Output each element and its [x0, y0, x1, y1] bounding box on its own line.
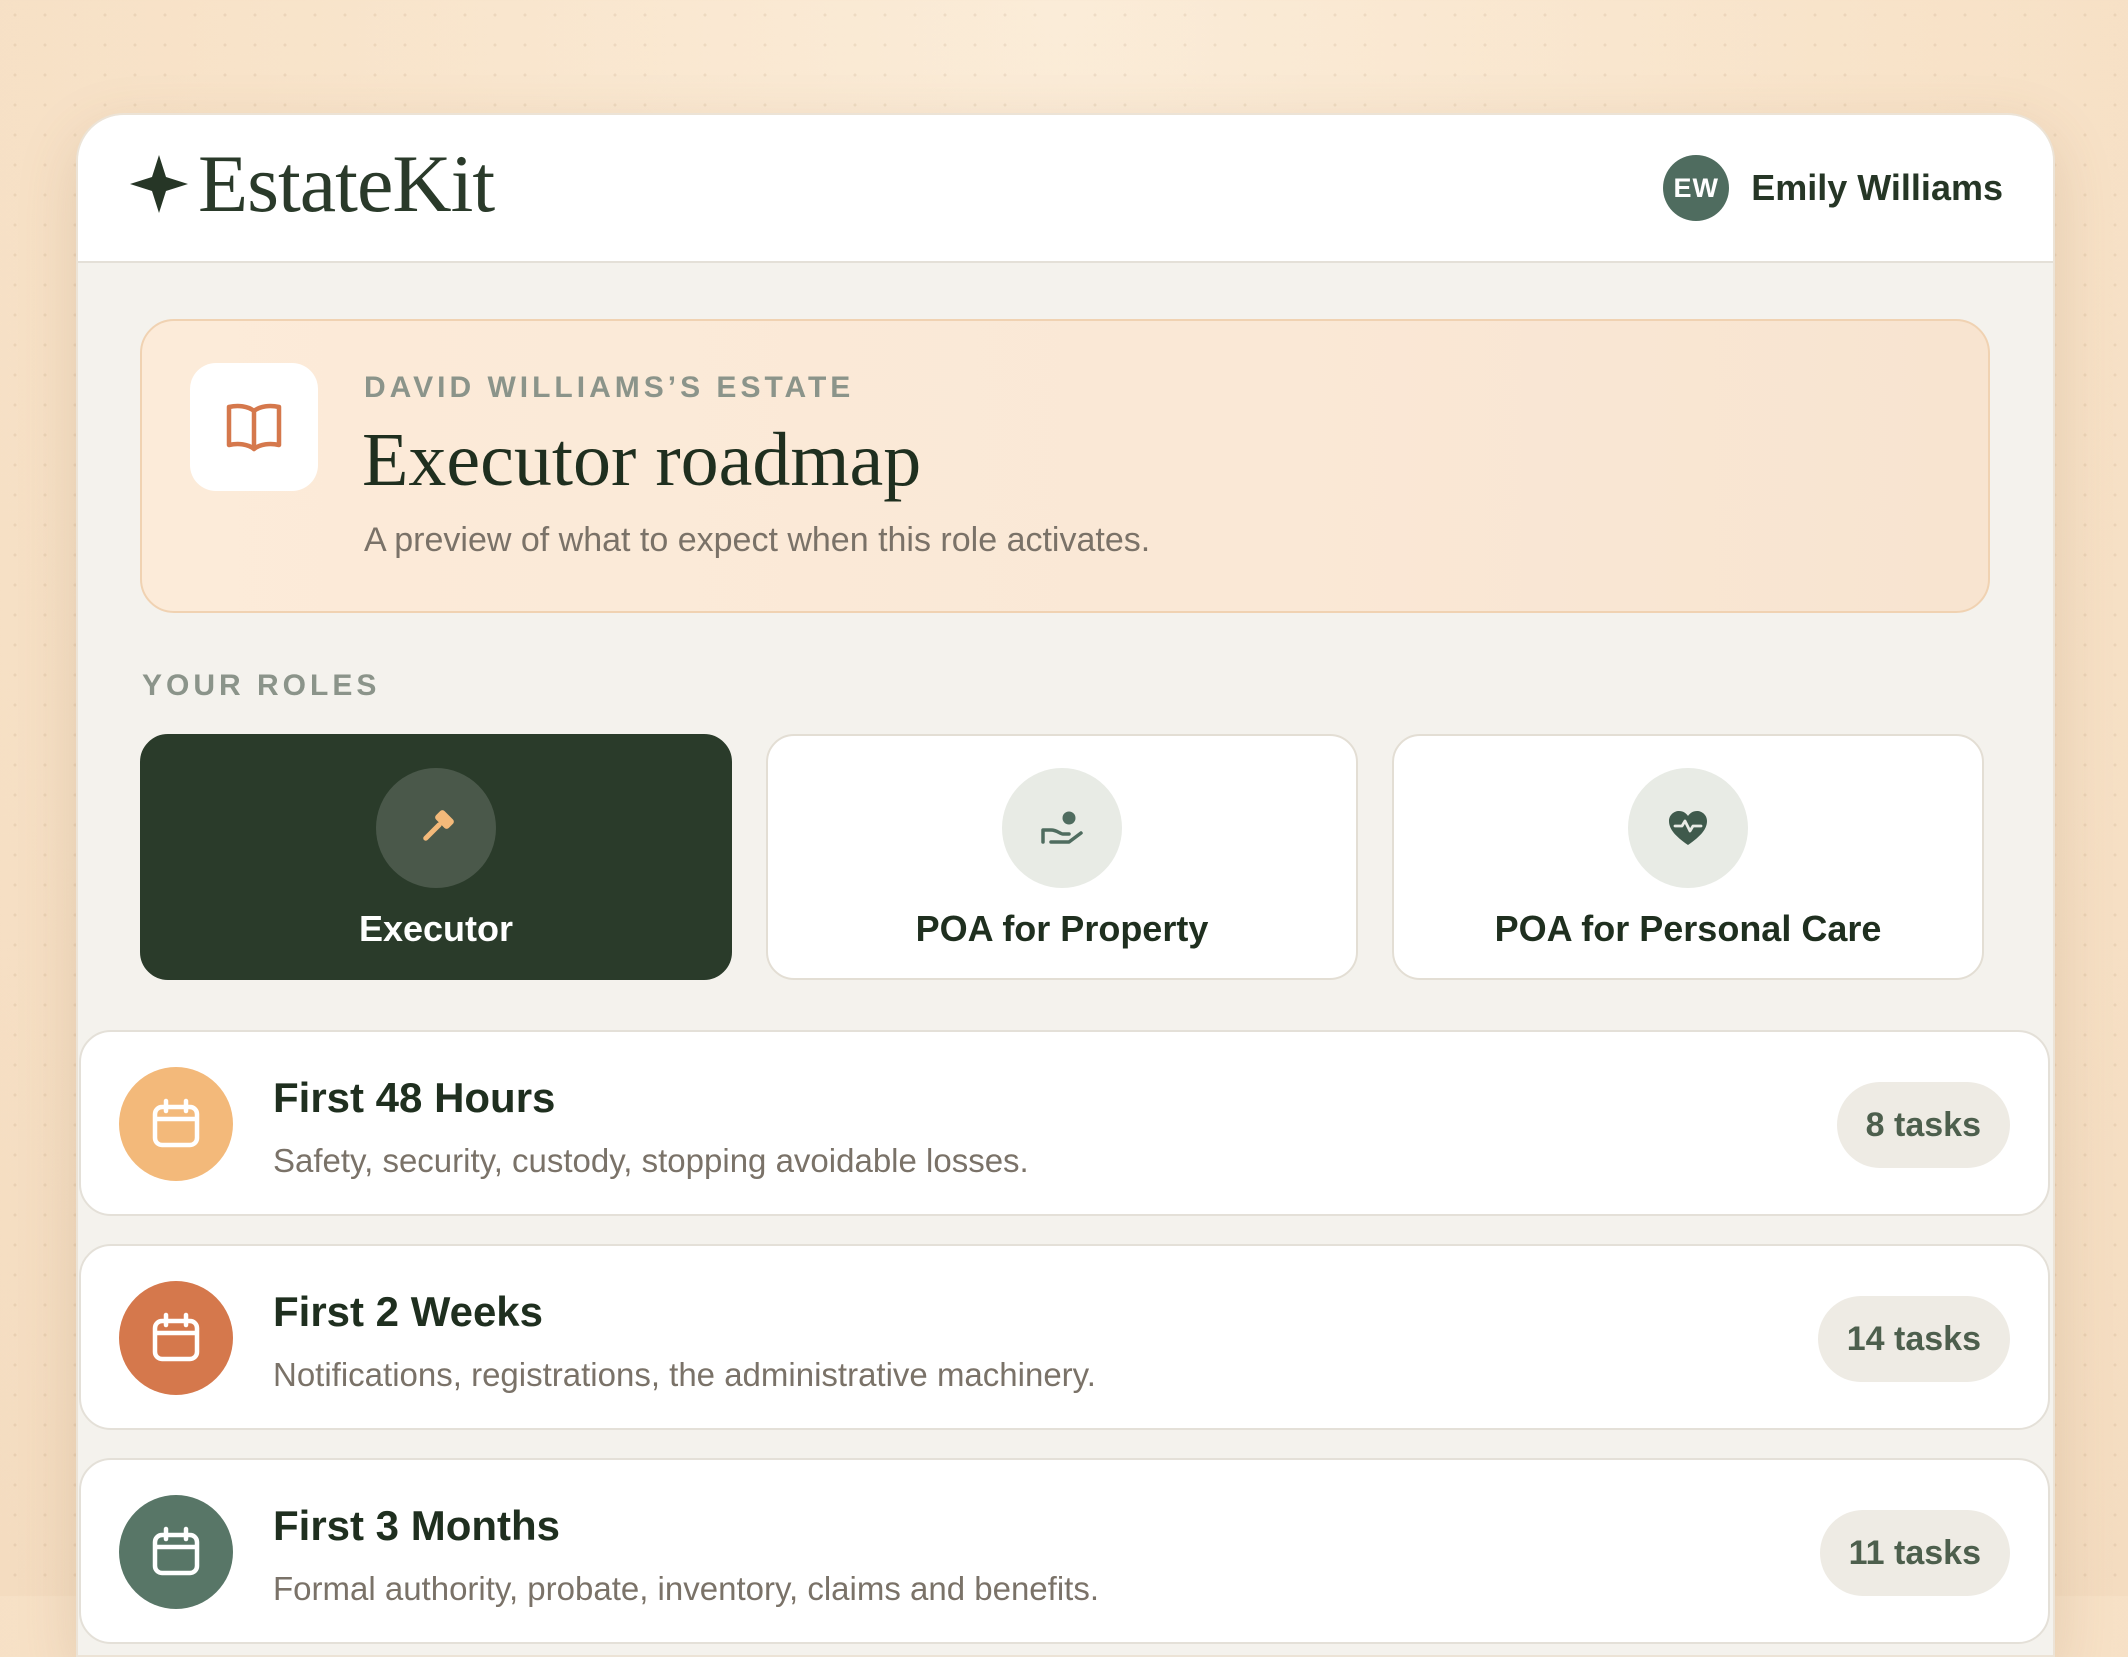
- role-label-poa-personal-care: POA for Personal Care: [1494, 908, 1882, 949]
- task-count-badge: 14 tasks: [1817, 1296, 2010, 1382]
- page-title: Executor roadmap: [362, 418, 922, 502]
- estate-name: DAVID WILLIAMS’S ESTATE: [364, 371, 855, 404]
- role-card-executor[interactable]: Executor: [140, 734, 732, 980]
- task-count-badge: 8 tasks: [1836, 1082, 2010, 1168]
- phase-card-first-3-months[interactable]: First 3 Months Formal authority, probate…: [79, 1458, 2050, 1644]
- compass-star-icon: [130, 155, 188, 213]
- role-card-poa-property[interactable]: POA for Property: [766, 734, 1358, 980]
- estate-banner: DAVID WILLIAMS’S ESTATE Executor roadmap…: [140, 319, 1990, 613]
- gavel-icon: [376, 768, 496, 888]
- hand-coin-icon: [1002, 768, 1122, 888]
- phase-title: First 48 Hours: [273, 1074, 556, 1121]
- app-window: EstateKit EW Emily Williams DAVID WILLIA…: [76, 113, 2055, 1657]
- phase-description: Formal authority, probate, inventory, cl…: [273, 1570, 1099, 1607]
- book-open-icon: [190, 363, 318, 491]
- calendar-icon: [119, 1281, 233, 1395]
- role-card-poa-personal-care[interactable]: POA for Personal Care: [1392, 734, 1984, 980]
- phase-title: First 3 Months: [273, 1502, 561, 1549]
- phase-description: Notifications, registrations, the admini…: [273, 1356, 1096, 1393]
- top-bar: EstateKit EW Emily Williams: [78, 115, 2053, 263]
- brand-logo[interactable]: EstateKit: [128, 138, 495, 229]
- page-subtitle: A preview of what to expect when this ro…: [364, 521, 1151, 559]
- roles-section-label: YOUR ROLES: [142, 669, 381, 702]
- avatar: EW: [1663, 155, 1730, 221]
- phase-description: Safety, security, custody, stopping avoi…: [273, 1142, 1029, 1179]
- phase-card-first-2-weeks[interactable]: First 2 Weeks Notifications, registratio…: [79, 1244, 2050, 1430]
- phase-card-first-48-hours[interactable]: First 48 Hours Safety, security, custody…: [79, 1030, 2050, 1216]
- user-name: Emily Williams: [1751, 167, 2003, 208]
- task-count-badge: 11 tasks: [1819, 1510, 2010, 1596]
- role-label-executor: Executor: [358, 908, 514, 949]
- heart-pulse-icon: [1628, 768, 1748, 888]
- brand-name: EstateKit: [198, 138, 495, 229]
- phase-title: First 2 Weeks: [273, 1288, 544, 1335]
- role-label-poa-property: POA for Property: [915, 908, 1209, 949]
- calendar-icon: [119, 1067, 233, 1181]
- calendar-icon: [119, 1495, 233, 1609]
- user-menu[interactable]: EW Emily Williams: [1663, 155, 2003, 221]
